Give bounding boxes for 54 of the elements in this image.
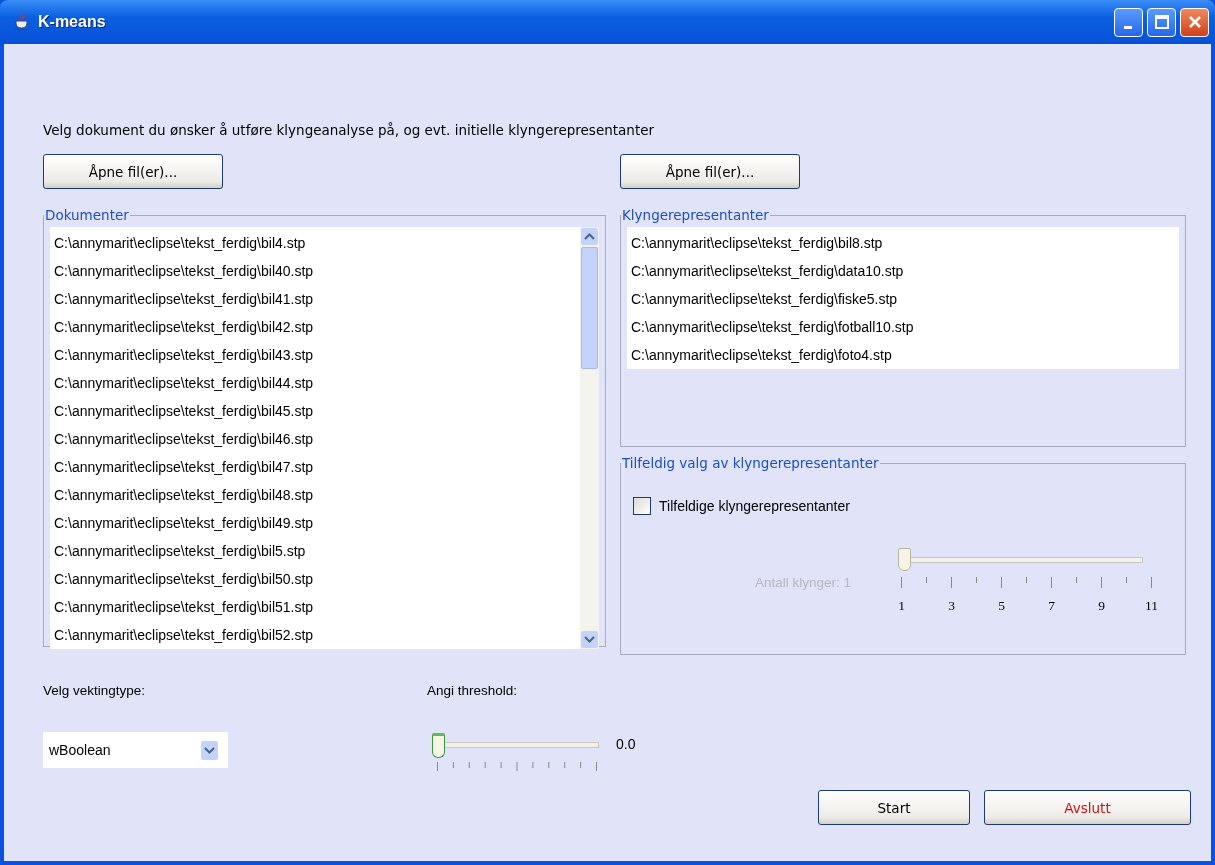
checkbox-label: Tilfeldige klyngerepresentanter: [659, 498, 850, 514]
threshold-label: Angi threshold:: [427, 683, 519, 698]
maximize-button[interactable]: [1147, 7, 1176, 37]
group-title: Klyngerepresentanter: [621, 207, 770, 223]
weighting-dropdown[interactable]: wBoolean: [43, 732, 228, 768]
close-button[interactable]: [1180, 7, 1209, 37]
coffee-cup-icon: [14, 13, 30, 31]
group-title: Tilfeldig valg av klyngerepresentanter: [621, 455, 880, 471]
scroll-up-icon[interactable]: [581, 228, 598, 245]
window-title: K-means: [38, 13, 107, 31]
threshold-value: 0.0: [616, 736, 636, 752]
file-item[interactable]: C:\annymarit\eclipse\tekst_ferdig\bil4.stp: [50, 229, 580, 257]
tick-label: 11: [1145, 598, 1158, 613]
tick-label: 1: [898, 598, 905, 613]
tick-label: 9: [1098, 598, 1105, 613]
chevron-down-icon: [201, 740, 218, 760]
weighting-label: Velg vektingtype:: [43, 683, 147, 698]
file-item[interactable]: C:\annymarit\eclipse\tekst_ferdig\bil46.stp: [50, 425, 580, 453]
checkbox[interactable]: [633, 497, 651, 515]
file-item[interactable]: C:\annymarit\eclipse\tekst_ferdig\bil51.stp: [50, 593, 580, 621]
group-title: Dokumenter: [44, 207, 130, 223]
file-item[interactable]: C:\annymarit\eclipse\tekst_ferdig\bil44.stp: [50, 369, 580, 397]
file-item[interactable]: C:\annymarit\eclipse\tekst_ferdig\bil40.stp: [50, 257, 580, 285]
tick-label: 3: [948, 598, 955, 613]
scroll-thumb[interactable]: [581, 247, 598, 369]
file-item[interactable]: C:\annymarit\eclipse\tekst_ferdig\bil41.stp: [50, 285, 580, 313]
slider-thumb[interactable]: [432, 733, 445, 758]
maximize-icon: [1154, 15, 1169, 29]
scrollbar[interactable]: [580, 227, 599, 649]
file-item[interactable]: C:\annymarit\eclipse\tekst_ferdig\data10.stp: [627, 257, 1179, 285]
file-item[interactable]: C:\annymarit\eclipse\tekst_ferdig\fiske5.stp: [627, 285, 1179, 313]
file-item[interactable]: C:\annymarit\eclipse\tekst_ferdig\bil8.stp: [627, 229, 1179, 257]
file-item[interactable]: C:\annymarit\eclipse\tekst_ferdig\bil43.stp: [50, 341, 580, 369]
minimize-icon: [1123, 25, 1134, 30]
file-item[interactable]: C:\annymarit\eclipse\tekst_ferdig\bil45.stp: [50, 397, 580, 425]
instruction-text: Velg dokument du ønsker å utføre klyngeanalyse på, og evt. initielle klyngerepresentanter: [43, 122, 656, 138]
file-item[interactable]: C:\annymarit\eclipse\tekst_ferdig\bil48.stp: [50, 481, 580, 509]
file-item[interactable]: C:\annymarit\eclipse\tekst_ferdig\bil49.stp: [50, 509, 580, 537]
start-button[interactable]: Start: [818, 790, 970, 825]
file-item[interactable]: C:\annymarit\eclipse\tekst_ferdig\bil50.stp: [50, 565, 580, 593]
open-files-button[interactable]: Åpne fil(er)...: [43, 154, 223, 189]
open-files-button[interactable]: Åpne fil(er)...: [620, 154, 800, 189]
file-item[interactable]: C:\annymarit\eclipse\tekst_ferdig\bil47.stp: [50, 453, 580, 481]
exit-button[interactable]: Avslutt: [984, 790, 1191, 825]
file-item[interactable]: C:\annymarit\eclipse\tekst_ferdig\bil5.stp: [50, 537, 580, 565]
file-item[interactable]: C:\annymarit\eclipse\tekst_ferdig\fotball10.stp: [627, 313, 1179, 341]
close-icon: [1187, 15, 1202, 29]
scroll-down-icon[interactable]: [581, 631, 598, 648]
minimize-button[interactable]: [1114, 7, 1143, 37]
tick-label: 5: [998, 598, 1005, 613]
tick-label: 7: [1048, 598, 1055, 613]
file-item[interactable]: C:\annymarit\eclipse\tekst_ferdig\bil42.stp: [50, 313, 580, 341]
file-item[interactable]: C:\annymarit\eclipse\tekst_ferdig\bil52.stp: [50, 621, 580, 649]
file-item[interactable]: C:\annymarit\eclipse\tekst_ferdig\foto4.stp: [627, 341, 1179, 369]
